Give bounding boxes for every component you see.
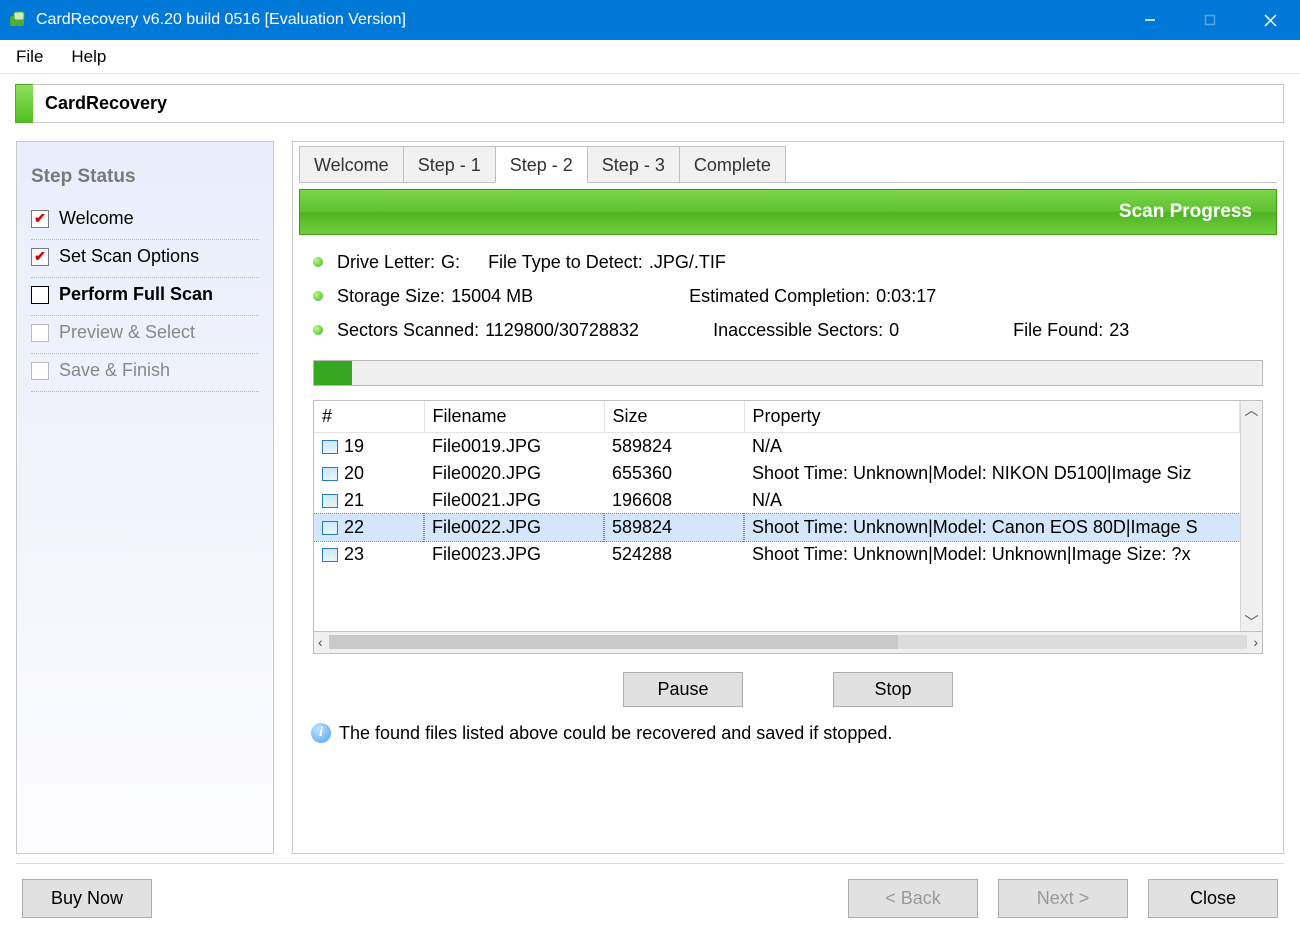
footer: Buy Now < Back Next > Close bbox=[0, 864, 1300, 932]
stop-button[interactable]: Stop bbox=[833, 672, 953, 707]
step-item: Set Scan Options bbox=[31, 240, 259, 278]
table-row[interactable]: 20File0020.JPG655360Shoot Time: Unknown|… bbox=[314, 460, 1240, 487]
found-value: 23 bbox=[1109, 313, 1129, 347]
col-filename[interactable]: Filename bbox=[424, 401, 604, 433]
drive-letter-value: G: bbox=[441, 245, 460, 279]
window-title: CardRecovery v6.20 build 0516 [Evaluatio… bbox=[36, 11, 406, 29]
checkbox-icon bbox=[31, 362, 49, 380]
scroll-right-icon[interactable]: › bbox=[1253, 634, 1258, 650]
header-accent bbox=[15, 84, 33, 123]
step-item: Perform Full Scan bbox=[31, 278, 259, 316]
maximize-button[interactable] bbox=[1180, 0, 1240, 40]
step-label: Preview & Select bbox=[59, 322, 195, 343]
results-table: # Filename Size Property 19File0019.JPG5… bbox=[313, 400, 1263, 632]
app-icon bbox=[8, 10, 28, 30]
info-note: i The found files listed above could be … bbox=[299, 709, 1277, 754]
page-header: CardRecovery bbox=[16, 84, 1284, 123]
scroll-down-icon[interactable]: ﹀ bbox=[1245, 615, 1259, 629]
scan-progress-banner: Scan Progress bbox=[299, 189, 1277, 235]
storage-label: Storage Size: bbox=[337, 279, 445, 313]
step-label: Welcome bbox=[59, 208, 134, 229]
inaccessible-value: 0 bbox=[889, 313, 985, 347]
col-property[interactable]: Property bbox=[744, 401, 1240, 433]
titlebar: CardRecovery v6.20 build 0516 [Evaluatio… bbox=[0, 0, 1300, 40]
step-item: Preview & Select bbox=[31, 316, 259, 354]
bullet-icon bbox=[313, 257, 323, 267]
filetype-value: .JPG/.TIF bbox=[649, 245, 726, 279]
found-label: File Found: bbox=[1013, 313, 1103, 347]
table-row[interactable]: 19File0019.JPG589824N/A bbox=[314, 432, 1240, 460]
tab[interactable]: Step - 1 bbox=[403, 146, 496, 182]
info-note-text: The found files listed above could be re… bbox=[339, 723, 892, 744]
pause-button[interactable]: Pause bbox=[623, 672, 743, 707]
step-item: Welcome bbox=[31, 202, 259, 240]
checkbox-icon bbox=[31, 248, 49, 266]
tab[interactable]: Complete bbox=[679, 146, 786, 182]
table-row[interactable]: 23File0023.JPG524288Shoot Time: Unknown|… bbox=[314, 541, 1240, 568]
window-controls bbox=[1120, 0, 1300, 40]
tab[interactable]: Welcome bbox=[299, 146, 404, 182]
minimize-button[interactable] bbox=[1120, 0, 1180, 40]
sidebar: Step Status Welcome Set Scan Options Perfo… bbox=[16, 141, 274, 854]
tab[interactable]: Step - 3 bbox=[587, 146, 680, 182]
image-file-icon bbox=[322, 440, 338, 454]
step-label: Save & Finish bbox=[59, 360, 170, 381]
step-label: Set Scan Options bbox=[59, 246, 199, 267]
step-item: Save & Finish bbox=[31, 354, 259, 392]
image-file-icon bbox=[322, 548, 338, 562]
sidebar-heading: Step Status bbox=[31, 166, 259, 188]
next-button[interactable]: Next > bbox=[998, 879, 1128, 918]
image-file-icon bbox=[322, 521, 338, 535]
scroll-left-icon[interactable]: ‹ bbox=[318, 634, 323, 650]
progress-fill bbox=[314, 361, 352, 385]
table-row[interactable]: 22File0022.JPG589824Shoot Time: Unknown|… bbox=[314, 514, 1240, 541]
checkbox-icon bbox=[31, 324, 49, 342]
step-label: Perform Full Scan bbox=[59, 284, 213, 305]
scan-info: Drive Letter: G: File Type to Detect: .J… bbox=[299, 245, 1277, 356]
sectors-value: 1129800/30728832 bbox=[485, 313, 685, 347]
inaccessible-label: Inaccessible Sectors: bbox=[713, 313, 883, 347]
table-row[interactable]: 21File0021.JPG196608N/A bbox=[314, 487, 1240, 514]
menubar: File Help bbox=[0, 40, 1300, 74]
menu-file[interactable]: File bbox=[8, 43, 57, 71]
horizontal-scrollbar[interactable]: ‹ › bbox=[313, 632, 1263, 654]
info-icon: i bbox=[311, 723, 331, 743]
image-file-icon bbox=[322, 467, 338, 481]
close-button[interactable] bbox=[1240, 0, 1300, 40]
drive-letter-label: Drive Letter: bbox=[337, 245, 435, 279]
eta-label: Estimated Completion: bbox=[689, 279, 870, 313]
vertical-scrollbar[interactable]: ︿ ﹀ bbox=[1240, 401, 1262, 631]
col-size[interactable]: Size bbox=[604, 401, 744, 433]
eta-value: 0:03:17 bbox=[876, 279, 936, 313]
scroll-up-icon[interactable]: ︿ bbox=[1245, 403, 1259, 417]
bullet-icon bbox=[313, 291, 323, 301]
tabs: WelcomeStep - 1Step - 2Step - 3Complete bbox=[293, 142, 1283, 182]
menu-help[interactable]: Help bbox=[57, 43, 120, 71]
page-title: CardRecovery bbox=[33, 85, 179, 122]
main-panel: WelcomeStep - 1Step - 2Step - 3Complete … bbox=[292, 141, 1284, 854]
bullet-icon bbox=[313, 325, 323, 335]
checkbox-icon bbox=[31, 286, 49, 304]
buy-now-button[interactable]: Buy Now bbox=[22, 879, 152, 918]
filetype-label: File Type to Detect: bbox=[488, 245, 643, 279]
col-index[interactable]: # bbox=[314, 401, 424, 433]
storage-value: 15004 MB bbox=[451, 279, 661, 313]
tab[interactable]: Step - 2 bbox=[495, 146, 588, 183]
progress-bar bbox=[313, 360, 1263, 386]
image-file-icon bbox=[322, 494, 338, 508]
checkbox-icon bbox=[31, 210, 49, 228]
sectors-label: Sectors Scanned: bbox=[337, 313, 479, 347]
back-button[interactable]: < Back bbox=[848, 879, 978, 918]
close-footer-button[interactable]: Close bbox=[1148, 879, 1278, 918]
